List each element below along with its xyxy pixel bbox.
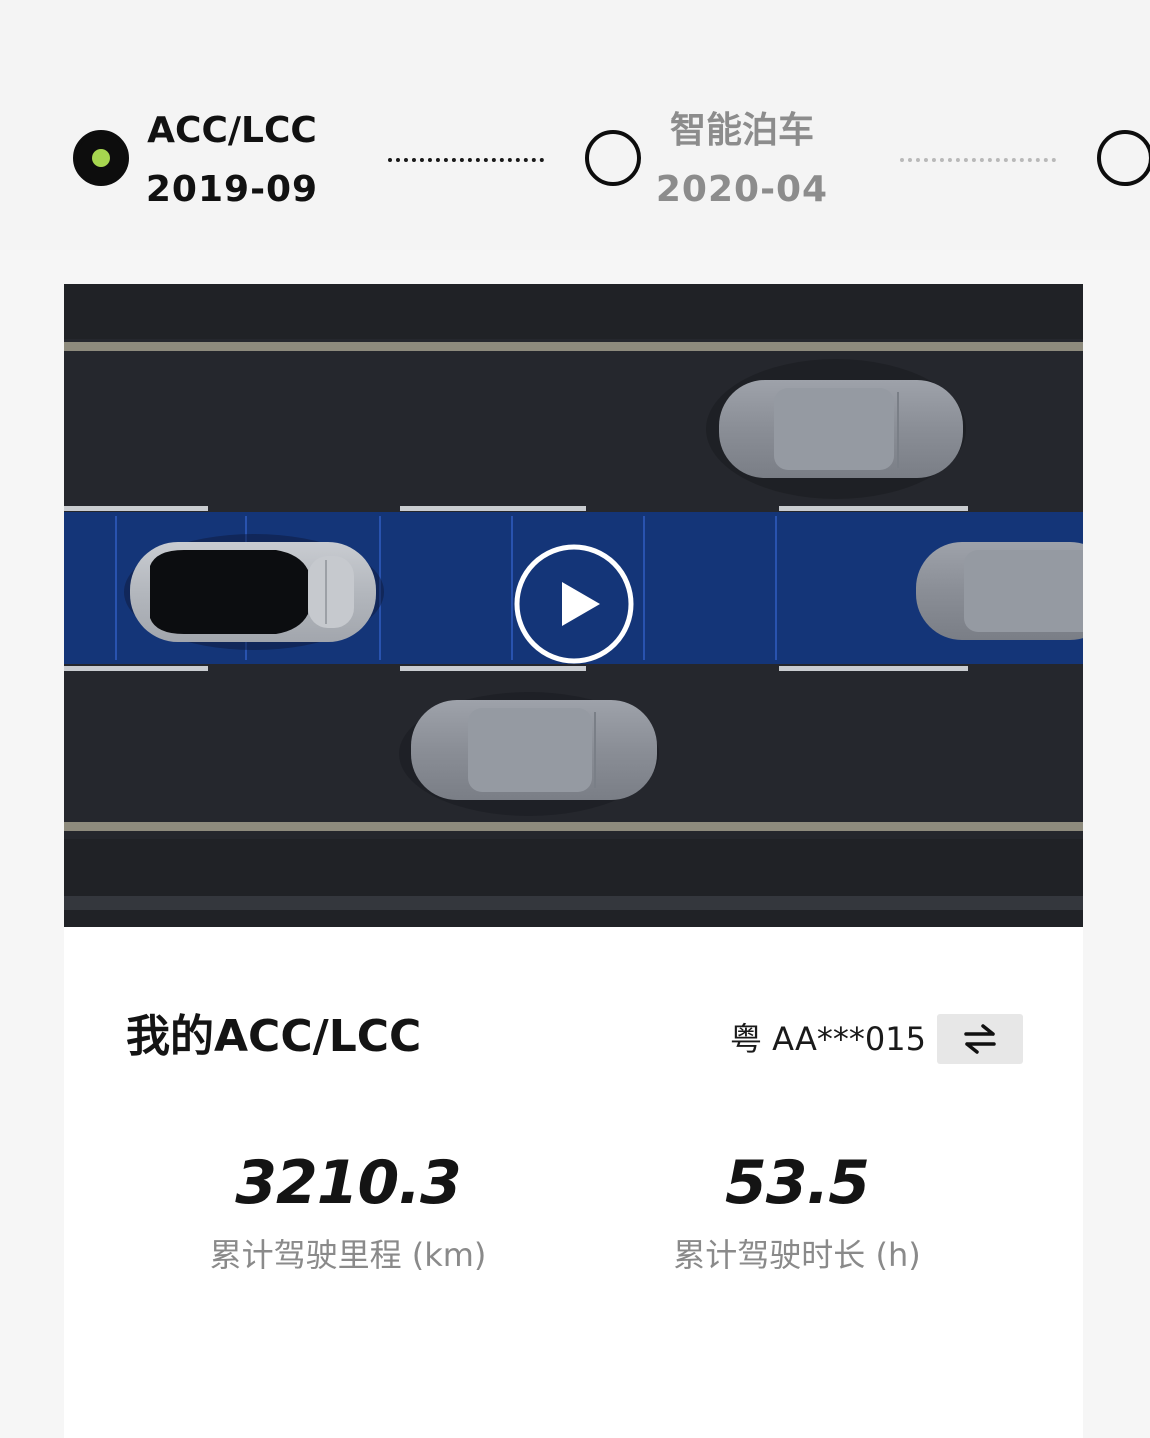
ego-car	[124, 534, 384, 650]
stat-value: 53.5	[724, 1148, 870, 1218]
play-icon	[514, 544, 634, 664]
timeline-connector	[900, 158, 1056, 162]
other-car	[399, 692, 659, 816]
switch-vehicle-button[interactable]	[937, 1014, 1023, 1064]
feature-timeline: ACC/LCC 2019-09 智能泊车 2020-04	[0, 0, 1150, 250]
timeline-item-date: 2019-09	[145, 169, 319, 210]
page: ACC/LCC 2019-09 智能泊车 2020-04 我的ACC/LCC 粤…	[0, 0, 1150, 1438]
stats-card: 我的ACC/LCC 粤 AA***015 3210.3 累计驾驶里程 (km) …	[64, 927, 1083, 1438]
stat-value: 3210.3	[235, 1148, 462, 1218]
other-car	[706, 359, 966, 499]
stat-label: 累计驾驶里程 (km)	[209, 1236, 487, 1274]
play-button[interactable]	[514, 544, 634, 664]
other-car	[916, 542, 1083, 640]
timeline-item-acc-lcc[interactable]: ACC/LCC 2019-09	[102, 106, 362, 220]
timeline-item-date: 2020-04	[655, 169, 829, 210]
stat-label: 累计驾驶时长 (h)	[673, 1236, 921, 1274]
stat-distance: 3210.3 累计驾驶里程 (km)	[138, 1147, 558, 1277]
timeline-item-smart-parking[interactable]: 智能泊车 2020-04	[612, 106, 872, 220]
card-title: 我的ACC/LCC	[126, 1011, 422, 1062]
feature-video[interactable]	[64, 284, 1083, 927]
timeline-node-next[interactable]	[1097, 130, 1150, 186]
swap-arrows-icon	[964, 1024, 996, 1054]
license-plate: 粤 AA***015	[730, 1020, 926, 1058]
timeline-item-name: ACC/LCC	[147, 110, 317, 151]
stat-duration: 53.5 累计驾驶时长 (h)	[587, 1147, 1007, 1277]
timeline-item-name: 智能泊车	[669, 110, 814, 151]
timeline-connector	[388, 158, 544, 162]
